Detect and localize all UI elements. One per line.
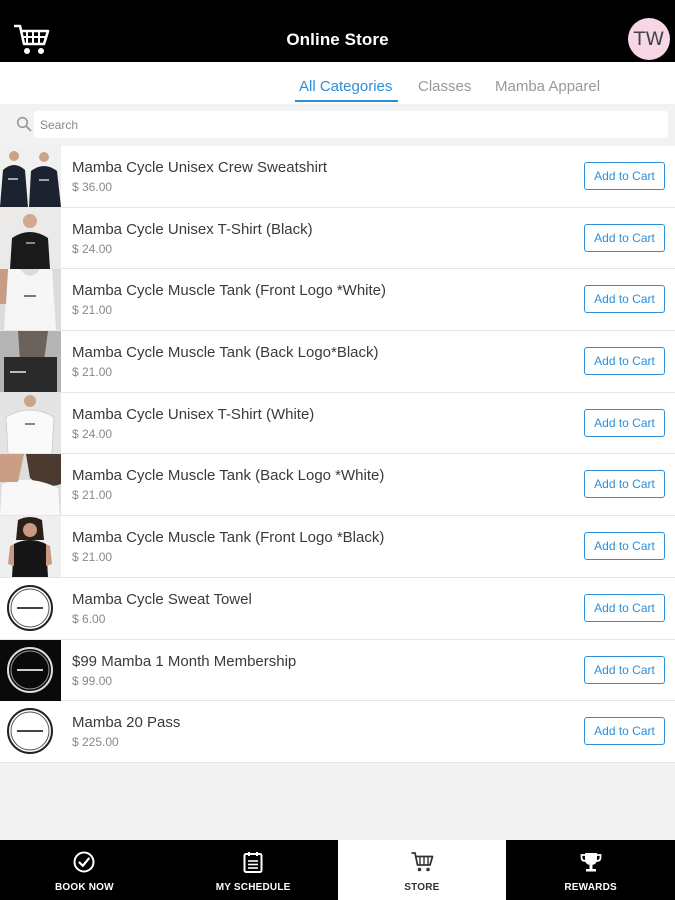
nav-label: REWARDS (564, 882, 617, 893)
product-name: Mamba Cycle Unisex T-Shirt (White) (72, 405, 315, 423)
category-tabs: All Categories Classes Mamba Apparel (0, 62, 675, 104)
add-to-cart-button[interactable]: Add to Cart (584, 717, 665, 746)
product-name: Mamba Cycle Sweat Towel (72, 590, 252, 608)
product-price: $ 24.00 (72, 241, 113, 256)
add-to-cart-button[interactable]: Add to Cart (584, 593, 665, 622)
product-name: Mamba Cycle Muscle Tank (Front Logo *Whi… (72, 282, 387, 300)
list-item[interactable]: Mamba Cycle Sweat Towel $ 6.00 Add to Ca… (0, 577, 675, 640)
product-thumbnail (0, 207, 61, 269)
product-price: $ 21.00 (72, 550, 113, 565)
nav-rewards[interactable]: REWARDS (506, 840, 675, 900)
nav-label: BOOK NOW (54, 882, 114, 893)
page-title: Online Store (286, 30, 389, 49)
list-item[interactable]: Mamba Cycle Unisex T-Shirt (Black) $ 24.… (0, 207, 675, 270)
check-circle-icon (73, 851, 95, 873)
add-to-cart-button[interactable]: Add to Cart (584, 655, 665, 684)
product-thumbnail (0, 331, 61, 393)
list-item[interactable]: Mamba Cycle Muscle Tank (Back Logo*Black… (0, 331, 675, 393)
nav-my-schedule[interactable]: MY SCHEDULE (169, 840, 338, 900)
tab-mamba-apparel[interactable]: Mamba Apparel (495, 78, 600, 95)
list-item[interactable]: $99 Mamba 1 Month Membership $ 99.00 Add… (0, 639, 675, 702)
product-price: $ 21.00 (72, 488, 113, 503)
product-name: Mamba Cycle Muscle Tank (Back Logo*Black… (72, 344, 379, 362)
add-to-cart-button[interactable]: Add to Cart (584, 223, 665, 252)
product-name: Mamba Cycle Muscle Tank (Back Logo *Whit… (72, 467, 385, 485)
product-thumbnail (0, 146, 61, 207)
tab-classes[interactable]: Classes (418, 78, 471, 95)
product-thumbnail (0, 269, 61, 331)
calendar-icon (243, 852, 263, 873)
product-thumbnail (0, 516, 61, 578)
nav-label: MY SCHEDULE (215, 882, 291, 893)
active-tab-indicator (295, 100, 398, 102)
trophy-icon (580, 853, 602, 872)
product-price: $ 99.00 (72, 673, 113, 688)
search-input[interactable] (34, 111, 668, 138)
product-thumbnail (0, 392, 61, 454)
list-item[interactable]: Mamba Cycle Muscle Tank (Back Logo *Whit… (0, 454, 675, 517)
product-thumbnail (0, 577, 61, 639)
product-thumbnail (0, 454, 61, 516)
nav-store[interactable]: STORE (337, 840, 507, 900)
product-name: Mamba 20 Pass (72, 714, 181, 732)
list-item[interactable]: Mamba Cycle Unisex Crew Sweatshirt $ 36.… (0, 146, 675, 208)
product-name: Mamba Cycle Unisex T-Shirt (Black) (72, 220, 313, 238)
product-price: $ 24.00 (72, 426, 113, 441)
product-price: $ 225.00 (72, 735, 119, 750)
nav-book-now[interactable]: BOOK NOW (0, 840, 169, 900)
product-list: Mamba Cycle Unisex Crew Sweatshirt $ 36.… (0, 146, 675, 763)
list-item[interactable]: Mamba Cycle Unisex T-Shirt (White) $ 24.… (0, 392, 675, 455)
product-price: $ 21.00 (72, 303, 113, 318)
add-to-cart-button[interactable]: Add to Cart (584, 162, 665, 190)
add-to-cart-button[interactable]: Add to Cart (584, 285, 665, 314)
list-item[interactable]: Mamba Cycle Muscle Tank (Front Logo *Whi… (0, 269, 675, 332)
list-item[interactable]: Mamba Cycle Muscle Tank (Front Logo *Bla… (0, 516, 675, 578)
add-to-cart-button[interactable]: Add to Cart (584, 347, 665, 376)
product-name: Mamba Cycle Muscle Tank (Front Logo *Bla… (72, 529, 385, 547)
product-price: $ 21.00 (72, 365, 113, 380)
add-to-cart-button[interactable]: Add to Cart (584, 470, 665, 499)
add-to-cart-button[interactable]: Add to Cart (584, 532, 665, 561)
product-price: $ 36.00 (72, 180, 113, 194)
product-name: $99 Mamba 1 Month Membership (72, 652, 297, 670)
list-item[interactable]: Mamba 20 Pass $ 225.00 Add to Cart (0, 701, 675, 763)
add-to-cart-button[interactable]: Add to Cart (584, 408, 665, 437)
product-name: Mamba Cycle Unisex Crew Sweatshirt (72, 159, 328, 176)
avatar[interactable]: TW (628, 18, 670, 60)
product-thumbnail (0, 639, 61, 701)
search-icon (16, 116, 32, 132)
tab-all-categories[interactable]: All Categories (299, 78, 392, 95)
bottom-nav: BOOK NOW MY SCHEDULE STORE REWARDS (0, 840, 675, 900)
top-bar: Online Store TW (0, 0, 675, 62)
cart-icon (411, 852, 434, 872)
nav-label: STORE (404, 882, 440, 893)
product-price: $ 6.00 (72, 611, 106, 626)
product-thumbnail (0, 701, 61, 763)
